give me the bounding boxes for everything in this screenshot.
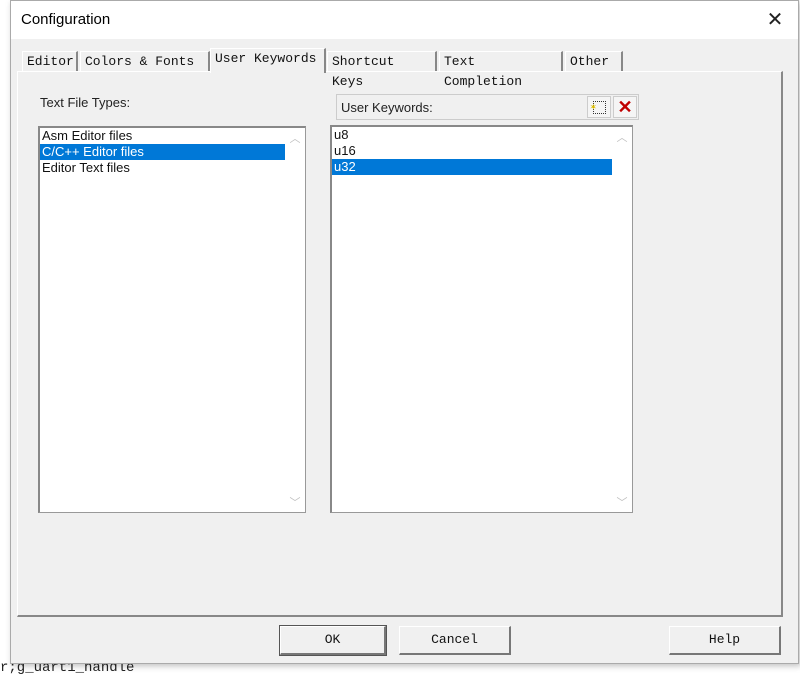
dialog-title: Configuration — [21, 11, 111, 28]
tab-text-completion[interactable]: Text Completion — [439, 51, 563, 89]
close-icon[interactable]: ✕ — [762, 7, 788, 33]
list-item[interactable]: Editor Text files — [40, 160, 285, 176]
configuration-dialog: Configuration ✕ Editor Colors & Fonts Us… — [10, 0, 799, 664]
ok-button[interactable]: OK — [279, 625, 387, 656]
list-item[interactable]: u8 — [332, 127, 612, 143]
list-item-selected[interactable]: u32 — [332, 159, 612, 175]
cancel-button[interactable]: Cancel — [399, 626, 511, 655]
delete-keyword-button[interactable]: ✕ — [613, 96, 637, 118]
scrollbar[interactable]: ︿ ﹀ — [612, 127, 632, 512]
help-button[interactable]: Help — [669, 626, 781, 655]
scroll-up-icon[interactable]: ︿ — [285, 130, 305, 146]
title-bar: Configuration ✕ — [11, 1, 798, 39]
list-item-selected[interactable]: C/C++ Editor files — [40, 144, 285, 160]
scroll-down-icon[interactable]: ﹀ — [612, 494, 632, 510]
tab-panel: Text File Types: Asm Editor files C/C++ … — [17, 71, 783, 617]
new-item-icon: ✶ — [590, 101, 606, 114]
scrollbar[interactable]: ︿ ﹀ — [285, 128, 305, 512]
list-item[interactable]: u16 — [332, 143, 612, 159]
new-keyword-button[interactable]: ✶ — [587, 96, 611, 118]
tab-shortcut-keys[interactable]: Shortcut Keys — [327, 51, 437, 89]
list-item[interactable]: Asm Editor files — [40, 128, 285, 144]
text-file-types-list[interactable]: Asm Editor files C/C++ Editor files Edit… — [38, 126, 306, 513]
tab-other[interactable]: Other — [565, 51, 623, 71]
tab-colors-fonts[interactable]: Colors & Fonts — [80, 51, 210, 71]
scroll-down-icon[interactable]: ﹀ — [285, 494, 305, 510]
text-file-types-label: Text File Types: — [40, 95, 131, 110]
user-keywords-label: User Keywords: — [341, 100, 433, 115]
delete-x-icon: ✕ — [617, 97, 633, 117]
tab-user-keywords[interactable]: User Keywords — [210, 48, 326, 73]
user-keywords-header: User Keywords: ✶ ✕ — [336, 94, 639, 120]
user-keywords-list[interactable]: u8 u16 u32 ︿ ﹀ — [330, 125, 633, 513]
tab-editor[interactable]: Editor — [22, 51, 78, 71]
scroll-up-icon[interactable]: ︿ — [612, 129, 632, 145]
